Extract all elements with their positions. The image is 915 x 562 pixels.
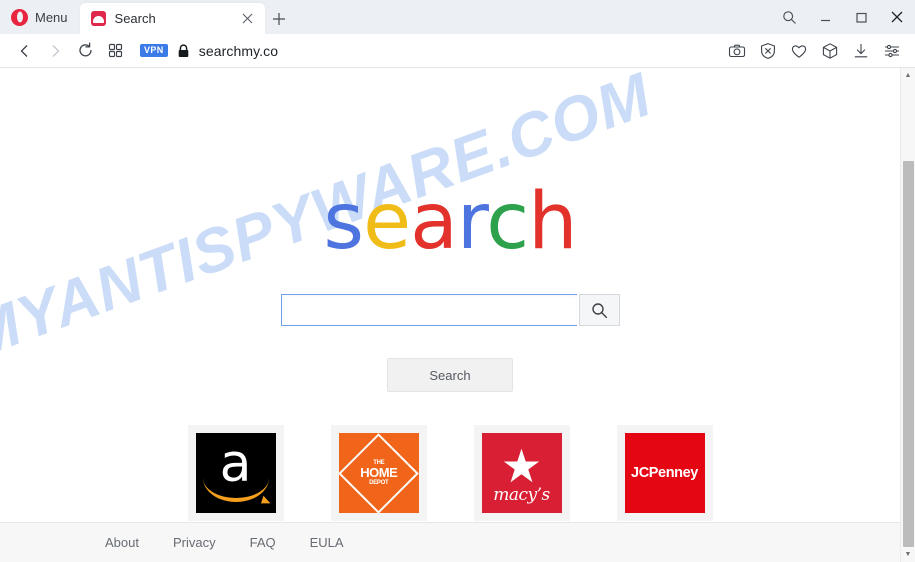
- close-icon[interactable]: [879, 0, 915, 34]
- logo-letter: r: [456, 177, 487, 267]
- favorites-heart-icon[interactable]: [785, 37, 812, 64]
- speed-dial-icon[interactable]: [100, 36, 130, 66]
- page-viewport: MYANTISPYWARE.COM search Search a THE HO…: [0, 68, 915, 562]
- logo-letter: c: [486, 177, 529, 267]
- footer-link-faq[interactable]: FAQ: [250, 536, 276, 549]
- ad-blocker-shield-icon[interactable]: [754, 37, 781, 64]
- home-depot-logo-icon: THE HOME DEPOT: [338, 433, 419, 513]
- tab-favicon-icon: [90, 11, 106, 26]
- logo-letter: s: [323, 177, 364, 267]
- home-depot-line3: DEPOT: [368, 479, 389, 486]
- searchmy-homepage: MYANTISPYWARE.COM search Search a THE HO…: [0, 68, 900, 562]
- url-field[interactable]: VPN searchmy.co: [140, 36, 723, 66]
- page-scrollbar[interactable]: ▲ ▼: [900, 68, 915, 562]
- amazon-logo-icon: a: [195, 433, 276, 513]
- new-tab-button[interactable]: [265, 3, 293, 34]
- maximize-icon[interactable]: [843, 0, 879, 34]
- search-button[interactable]: Search: [387, 358, 513, 392]
- footer-link-privacy[interactable]: Privacy: [173, 536, 216, 549]
- tab-strip: Menu Search: [0, 0, 915, 34]
- shortcut-tiles: a THE HOME DEPOT ★ macy’s JCPenney: [187, 425, 713, 521]
- tile-amazon[interactable]: a: [187, 425, 284, 521]
- jcpenney-logo-icon: JCPenney: [624, 433, 705, 513]
- macys-logo-icon: ★ macy’s: [481, 433, 562, 513]
- back-arrow-icon[interactable]: [10, 36, 40, 66]
- footer-link-about[interactable]: About: [105, 536, 139, 549]
- vpn-badge[interactable]: VPN: [140, 44, 168, 57]
- macys-wordmark: macy’s: [493, 484, 550, 505]
- home-depot-line2: HOME: [360, 465, 398, 481]
- jcpenney-wordmark: JCPenney: [631, 465, 698, 481]
- tab-close-icon[interactable]: [239, 10, 257, 28]
- opera-browser-window: Menu Search VPN searchmy.co MYANTISPYWAR…: [0, 0, 915, 562]
- logo-letter: a: [410, 177, 458, 267]
- window-controls: [771, 0, 915, 34]
- easy-setup-sliders-icon[interactable]: [878, 37, 905, 64]
- opera-menu-button[interactable]: Menu: [0, 0, 78, 34]
- tile-jcpenney[interactable]: JCPenney: [616, 425, 713, 521]
- crypto-wallet-cube-icon[interactable]: [816, 37, 843, 64]
- search-input[interactable]: [280, 294, 577, 326]
- page-footer: About Privacy FAQ EULA: [0, 522, 900, 562]
- opera-logo-icon: [11, 8, 28, 26]
- search-submit-icon-button[interactable]: [578, 294, 620, 326]
- search-logo: search: [323, 183, 577, 261]
- scrollbar-up-arrow-icon[interactable]: ▲: [901, 68, 915, 83]
- footer-link-eula[interactable]: EULA: [310, 536, 344, 549]
- window-search-icon[interactable]: [771, 0, 807, 34]
- tile-home-depot[interactable]: THE HOME DEPOT: [330, 425, 427, 521]
- reload-icon[interactable]: [70, 36, 100, 66]
- tab-title: Search: [114, 12, 156, 25]
- scrollbar-down-arrow-icon[interactable]: ▼: [901, 547, 915, 562]
- magnifier-icon: [591, 302, 607, 318]
- snapshot-camera-icon[interactable]: [723, 37, 750, 64]
- logo-letter: e: [363, 177, 411, 267]
- menu-button-label: Menu: [35, 9, 68, 25]
- address-bar: VPN searchmy.co: [0, 34, 915, 68]
- search-row: [280, 294, 620, 326]
- minimize-icon[interactable]: [807, 0, 843, 34]
- forward-arrow-icon[interactable]: [40, 36, 70, 66]
- logo-letter: h: [528, 177, 577, 267]
- downloads-icon[interactable]: [847, 37, 874, 64]
- toolbar-right-icons: [723, 37, 905, 64]
- url-text: searchmy.co: [198, 42, 279, 59]
- tile-macys[interactable]: ★ macy’s: [473, 425, 570, 521]
- macys-star-icon: ★: [500, 439, 543, 492]
- tab-search[interactable]: Search: [79, 3, 265, 34]
- scrollbar-thumb[interactable]: [902, 161, 914, 547]
- padlock-icon[interactable]: [177, 43, 190, 58]
- scrollbar-track[interactable]: [901, 83, 915, 547]
